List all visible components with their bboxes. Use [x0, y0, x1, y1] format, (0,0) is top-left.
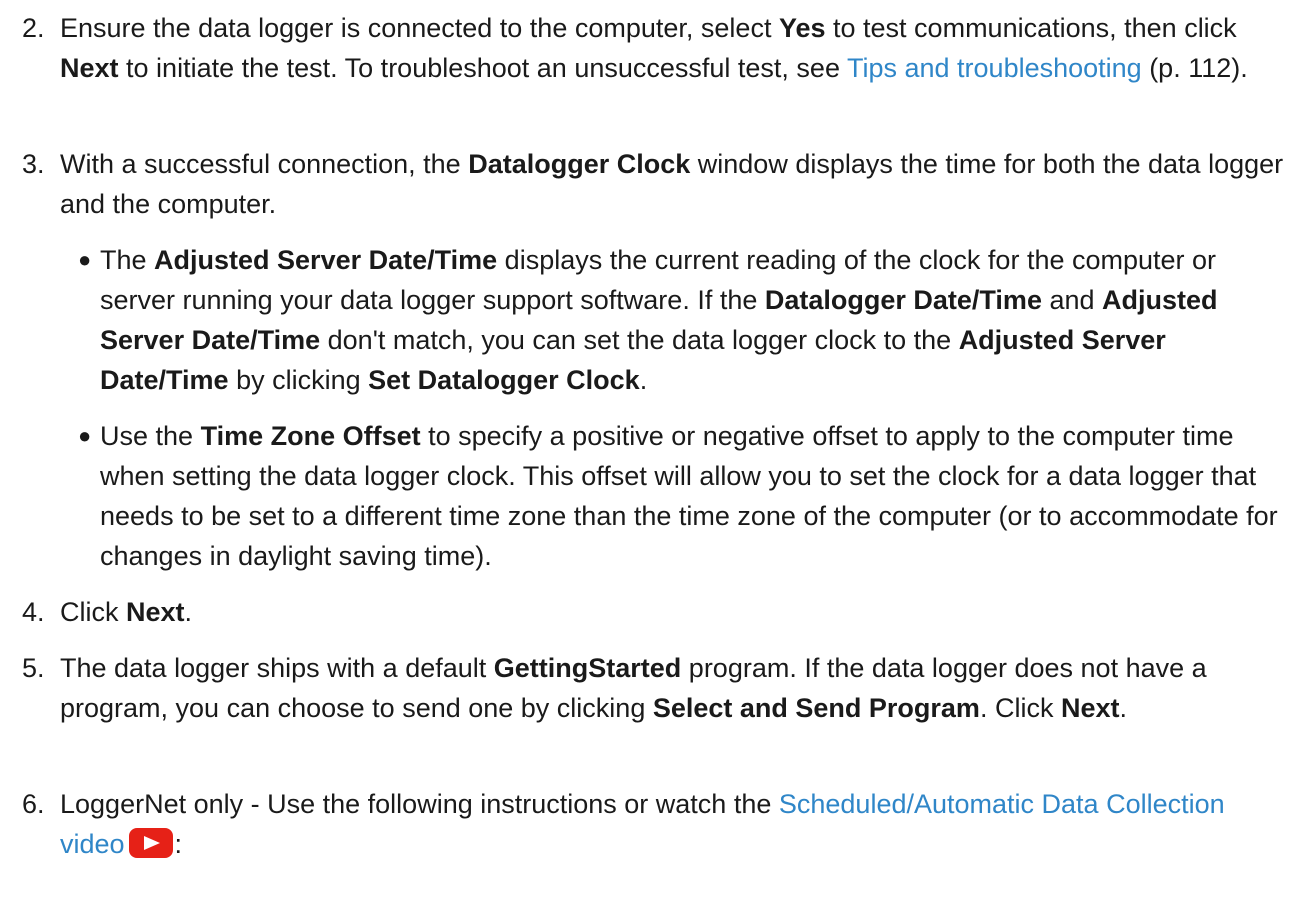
ui-term: Select and Send Program — [652, 693, 980, 723]
step-5: 5. The data logger ships with a default … — [22, 648, 1284, 768]
step-number: 3. — [22, 149, 45, 179]
youtube-play-icon[interactable] — [128, 828, 173, 858]
step-3: 3. With a successful connection, the Dat… — [22, 144, 1284, 224]
bullet-item-time-zone-offset: ● Use the Time Zone Offset to specify a … — [78, 416, 1288, 576]
ui-term: Time Zone Offset — [200, 421, 421, 451]
step-text: With a successful connection, the Datalo… — [60, 149, 1284, 219]
ui-term: Next — [60, 53, 119, 83]
ui-term: Adjusted Server Date/Time — [154, 245, 498, 275]
ui-term: Datalogger Clock — [468, 149, 691, 179]
step-text: The data logger ships with a default Get… — [60, 653, 1207, 723]
ui-term: Next — [1060, 693, 1120, 723]
bullet-icon: ● — [78, 247, 92, 272]
step-number: 2. — [22, 13, 45, 43]
bullet-text: The Adjusted Server Date/Time displays t… — [100, 245, 1218, 395]
bullet-text: Use the Time Zone Offset to specify a po… — [100, 421, 1278, 571]
step-2: 2. Ensure the data logger is connected t… — [22, 8, 1284, 128]
step-number: 5. — [22, 653, 45, 683]
step-text: Ensure the data logger is connected to t… — [60, 13, 1248, 83]
step-number: 6. — [22, 789, 45, 819]
tips-troubleshooting-link[interactable]: Tips and troubleshooting — [847, 53, 1142, 83]
ui-term: Set Datalogger Clock — [368, 365, 640, 395]
document-page: 2. Ensure the data logger is connected t… — [0, 0, 1294, 918]
step-text: Click Next. — [60, 597, 193, 627]
step-6: 6. LoggerNet only - Use the following in… — [22, 784, 1284, 864]
step-text: LoggerNet only - Use the following instr… — [60, 789, 1225, 859]
step-number: 4. — [22, 597, 45, 627]
bullet-item-adjusted-server-time: ● The Adjusted Server Date/Time displays… — [78, 240, 1288, 400]
ui-term: Datalogger Date/Time — [764, 285, 1042, 315]
ui-term: Yes — [778, 13, 826, 43]
bullet-icon: ● — [78, 423, 92, 448]
ui-term: Next — [126, 597, 185, 627]
step-4: 4. Click Next. — [22, 592, 1284, 632]
ui-term: GettingStarted — [493, 653, 682, 683]
